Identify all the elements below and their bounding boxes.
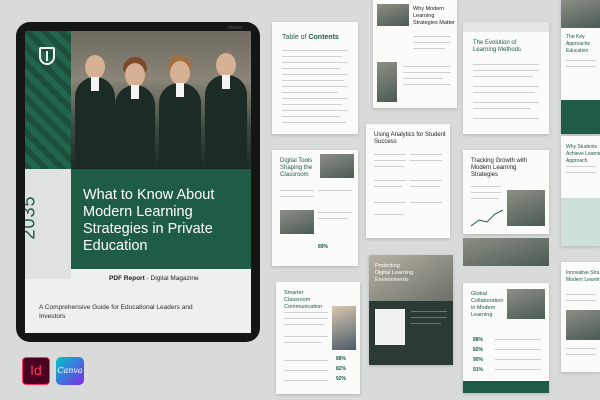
toc-title: Table of Contents: [282, 34, 339, 41]
tablet-camera: [228, 26, 242, 29]
cover-page: 2035 What to Know About Modern Learning …: [25, 31, 251, 333]
key-photo: [561, 0, 600, 28]
global-stat: 90%: [473, 357, 484, 363]
subtitle-bold: PDF Report: [109, 275, 145, 282]
global-title: Global Collaboration in Modern Learning: [471, 291, 504, 318]
smarter-stat: 92%: [336, 376, 347, 382]
toc-title-bold: Contents: [308, 34, 339, 41]
global-stat: 91%: [473, 367, 484, 373]
global-page: Global Collaboration in Modern Learning …: [463, 283, 549, 393]
student-figure: [115, 57, 155, 169]
cover-title: What to Know About Modern Learning Strat…: [83, 187, 215, 254]
indesign-icon: Id: [22, 357, 50, 385]
global-stat: 82%: [473, 347, 484, 353]
global-footer-band: [463, 381, 549, 393]
digital-tools-title: Digital Tools Shaping the Classroom: [280, 158, 313, 178]
key-title: The Key Approache Education: [566, 34, 591, 54]
smarter-stat: 82%: [336, 366, 347, 372]
why-photo: [377, 4, 409, 26]
protecting-page: Protecting Digital Learning Environments: [369, 255, 453, 365]
tablet-mockup: 2035 What to Know About Modern Learning …: [16, 22, 260, 342]
growth-chart-icon: [471, 209, 504, 227]
smarter-title: Smarter Classroom Communication: [284, 290, 323, 310]
analytics-title: Using Analytics for Student Success: [374, 132, 446, 145]
students-photo: [71, 31, 251, 169]
tracking-photo: [507, 190, 545, 226]
student-figure: [205, 53, 247, 169]
why-title: Why Modern Learning Strategies Matter: [413, 6, 455, 26]
why-achieve-title: Why Students Achieve Learning Approach: [566, 144, 600, 164]
why-achieve-page: Why Students Achieve Learning Approach: [561, 136, 600, 246]
global-stat: 88%: [473, 337, 484, 343]
digital-tools-page: Digital Tools Shaping the Classroom 89%: [272, 150, 358, 266]
evolution-page: The Evolution of Learning Methods: [463, 22, 549, 134]
tracking-page: Tracking Growth with Modern Learning Str…: [463, 150, 549, 234]
key-green-block: [561, 100, 600, 134]
school-crest-icon: [39, 47, 55, 65]
cover-subtitle: PDF Report - Digital Magazine: [109, 275, 199, 282]
canva-icon: Canva: [56, 357, 84, 385]
digital-stat: 89%: [318, 244, 329, 250]
protecting-title: Protecting Digital Learning Environments: [375, 263, 414, 283]
innovative-photo: [566, 310, 600, 340]
evolution-title: The Evolution of Learning Methods: [473, 40, 522, 53]
protecting-card: [375, 309, 405, 345]
cover-guide-text: A Comprehensive Guide for Educational Le…: [39, 304, 193, 320]
cover-title-box: What to Know About Modern Learning Strat…: [71, 169, 251, 269]
digital-photo: [320, 154, 354, 178]
classroom-photo-strip: [463, 238, 549, 266]
innovative-title: Innovative Stra Modern Learning: [566, 270, 600, 283]
student-figure: [159, 55, 201, 169]
global-photo: [507, 289, 545, 319]
toc-page: Table of Contents: [272, 22, 358, 134]
cover-year: 2035: [25, 195, 39, 240]
why-achieve-block: [561, 198, 600, 246]
digital-photo-2: [280, 210, 314, 234]
subtitle-rest: - Digital Magazine: [144, 275, 199, 282]
innovative-page: Innovative Stra Modern Learning: [561, 262, 600, 372]
analytics-page: Using Analytics for Student Success: [366, 124, 450, 238]
smarter-page: Smarter Classroom Communication 88% 82% …: [276, 282, 360, 394]
why-page: Why Modern Learning Strategies Matter: [373, 0, 457, 108]
toc-title-light: Table of: [282, 34, 309, 41]
key-page: The Key Approache Education: [561, 0, 600, 134]
smarter-stat: 88%: [336, 356, 347, 362]
why-photo-2: [377, 62, 397, 102]
tracking-title: Tracking Growth with Modern Learning Str…: [471, 158, 528, 178]
vr-student-photo: [332, 306, 356, 350]
student-figure: [75, 55, 115, 169]
cover-header: [25, 31, 251, 169]
